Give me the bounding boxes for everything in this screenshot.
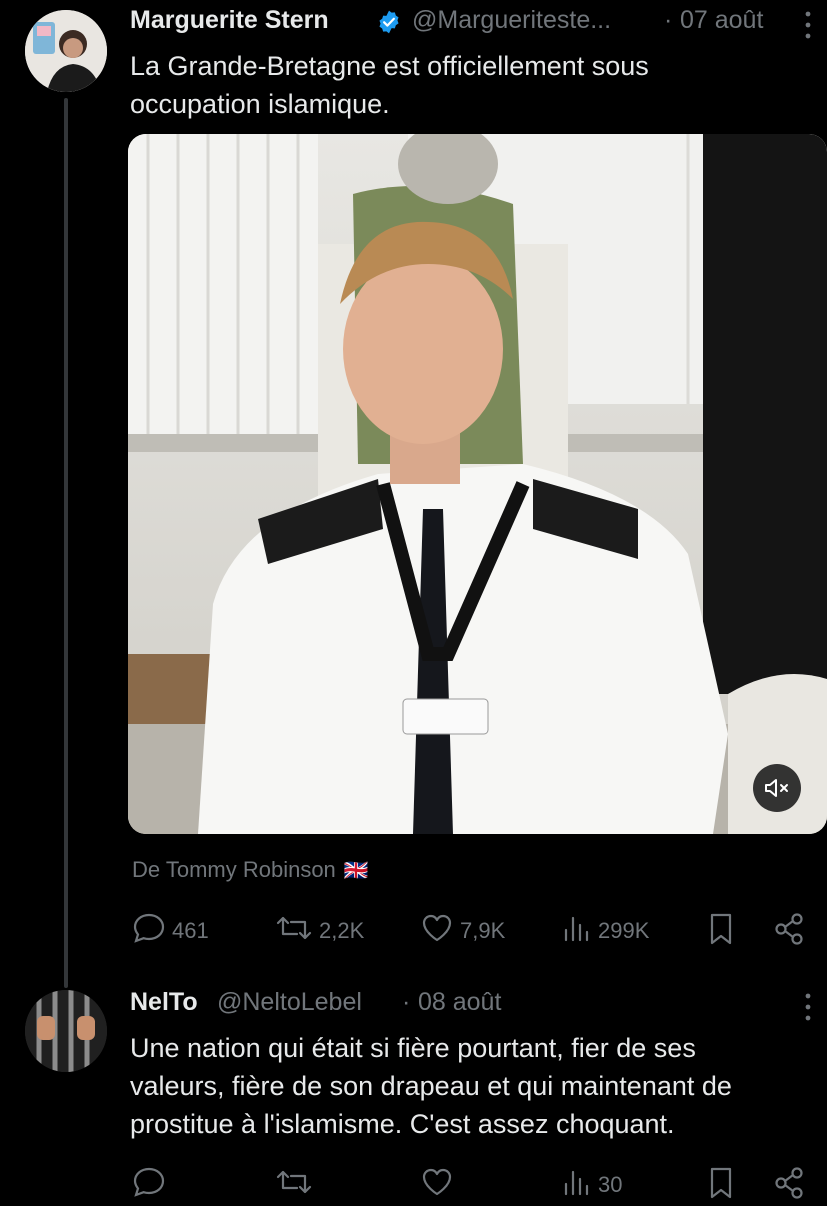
tweet-date[interactable]: 07 août (680, 6, 763, 35)
author-avatar[interactable] (25, 10, 107, 92)
reply-button[interactable]: 461 (132, 912, 209, 950)
author-name[interactable]: Marguerite Stern (130, 6, 329, 35)
speech-bubble-icon (132, 912, 166, 950)
bar-chart-icon (562, 912, 592, 950)
repost-arrows-icon (275, 1166, 313, 1204)
author-handle[interactable]: @Margueriteste... (412, 6, 611, 35)
speaker-muted-icon[interactable] (753, 764, 801, 812)
reply-count: 461 (172, 918, 209, 943)
reply-reply-button[interactable] (132, 1166, 166, 1204)
reply-text-line-3: prostitue à l'islamisme. C'est assez cho… (130, 1109, 675, 1139)
share-icon (772, 912, 806, 952)
heart-icon (420, 912, 454, 950)
video-source-attribution[interactable]: De Tommy Robinson 🇬🇧 (132, 857, 369, 883)
reply-date[interactable]: 08 août (418, 988, 501, 1017)
reply-share-button[interactable] (772, 1166, 806, 1206)
uk-flag-emoji: 🇬🇧 (343, 859, 369, 882)
reply-text-line-1: Une nation qui était si fière pourtant, … (130, 1033, 696, 1063)
repost-button[interactable]: 2,2K (275, 912, 364, 950)
bar-chart-icon (562, 1166, 592, 1204)
reply-bookmark-button[interactable] (706, 1166, 736, 1206)
speech-bubble-icon (132, 1166, 166, 1204)
reply-repost-button[interactable] (275, 1166, 313, 1204)
separator-dot: · (664, 6, 673, 34)
reply-author-avatar[interactable] (25, 990, 107, 1072)
reply-author-name[interactable]: NelTo (130, 988, 198, 1017)
like-button[interactable]: 7,9K (420, 912, 505, 950)
reply-text-line-2: valeurs, fière de son drapeau et qui mai… (130, 1071, 732, 1101)
tweet-video[interactable] (128, 134, 827, 834)
heart-icon (420, 1166, 454, 1204)
tweet-text-line-2: occupation islamique. (130, 89, 390, 119)
repost-arrows-icon (275, 912, 313, 950)
views-button[interactable]: 299K (562, 912, 649, 950)
reply-author-handle[interactable]: @NeltoLebel (217, 988, 362, 1017)
tweet-text-line-1: La Grande-Bretagne est officiellement so… (130, 51, 649, 81)
share-icon (772, 1166, 806, 1206)
bookmark-icon (706, 912, 736, 952)
reply-views-button[interactable]: 30 (562, 1166, 622, 1204)
verified-badge-icon (376, 9, 402, 35)
source-label[interactable]: De Tommy Robinson (132, 857, 336, 883)
more-vertical-icon[interactable] (803, 10, 813, 40)
bookmark-button[interactable] (706, 912, 736, 952)
share-button[interactable] (772, 912, 806, 952)
like-count: 7,9K (460, 918, 506, 943)
thread-connector-line (64, 98, 68, 988)
bookmark-icon (706, 1166, 736, 1206)
more-vertical-icon[interactable] (803, 992, 813, 1022)
views-count: 299K (598, 918, 650, 943)
reply-separator-dot: · (402, 988, 411, 1016)
repost-count: 2,2K (319, 918, 365, 943)
reply-like-button[interactable] (420, 1166, 454, 1204)
reply-views-count: 30 (598, 1172, 623, 1197)
